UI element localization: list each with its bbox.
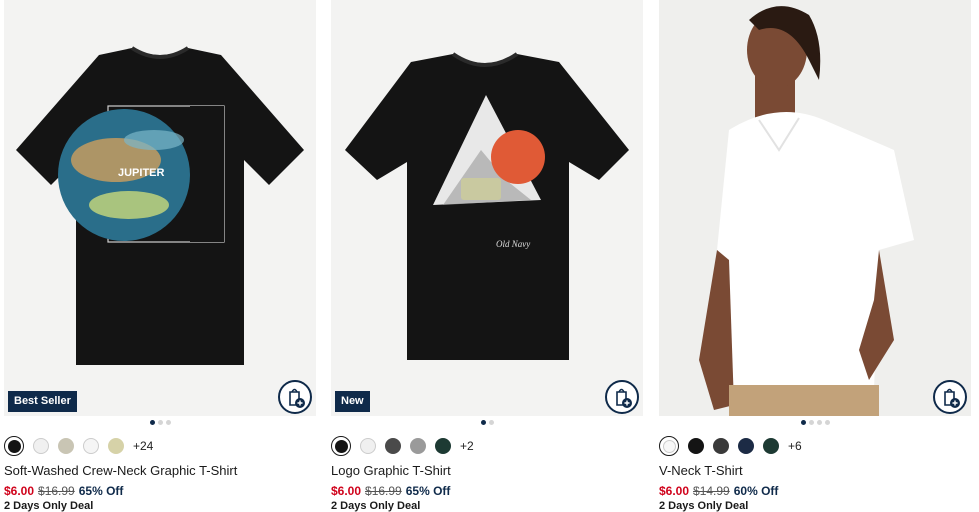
- discount-label: 65% Off: [405, 484, 451, 498]
- product-image[interactable]: JUPITER Best Seller: [4, 0, 316, 416]
- discount-label: 65% Off: [78, 484, 124, 498]
- tshirt-black-jupiter-image: JUPITER: [16, 46, 304, 365]
- new-badge: New: [335, 391, 370, 412]
- tshirt-black-logo-image: Old Navy: [345, 52, 629, 360]
- discount-label: 60% Off: [733, 484, 779, 498]
- original-price: $16.99: [365, 484, 402, 498]
- product-card[interactable]: JUPITER Best Seller +24 Soft-Washed Crew…: [4, 0, 316, 512]
- price-row: $6.00 $16.99 65% Off: [331, 484, 450, 498]
- add-to-bag-button[interactable]: [278, 380, 312, 414]
- product-image[interactable]: [659, 0, 971, 416]
- swatch-charcoal[interactable]: [713, 438, 729, 454]
- more-colors-link[interactable]: +24: [133, 439, 153, 453]
- deal-label: 2 Days Only Deal: [331, 500, 421, 512]
- bag-plus-icon: [944, 388, 960, 408]
- add-to-bag-button[interactable]: [605, 380, 639, 414]
- swatch-grey[interactable]: [410, 438, 426, 454]
- sale-price: $6.00: [331, 484, 362, 498]
- swatch-white[interactable]: [33, 438, 49, 454]
- swatch-dark-green[interactable]: [435, 438, 451, 454]
- swatch-light[interactable]: [83, 438, 99, 454]
- bag-plus-icon: [289, 388, 305, 408]
- product-name-link[interactable]: V-Neck T-Shirt: [659, 463, 743, 478]
- color-swatches: +2: [331, 436, 474, 456]
- swatch-dark-green[interactable]: [763, 438, 779, 454]
- product-card[interactable]: +6 V-Neck T-Shirt $6.00 $14.99 60% Off 2 D…: [659, 0, 971, 512]
- product-image[interactable]: Old Navy New: [331, 0, 643, 416]
- add-to-bag-button[interactable]: [933, 380, 967, 414]
- image-carousel-dots[interactable]: [659, 420, 971, 428]
- color-swatches: +24: [4, 436, 153, 456]
- swatch-white[interactable]: [360, 438, 376, 454]
- product-name-link[interactable]: Soft-Washed Crew-Neck Graphic T-Shirt: [4, 463, 237, 478]
- price-row: $6.00 $16.99 65% Off: [4, 484, 123, 498]
- more-colors-link[interactable]: +2: [460, 439, 474, 453]
- product-card[interactable]: Old Navy New +2 Logo Graphic T-Shirt $6.…: [331, 0, 643, 512]
- swatch-graphic[interactable]: [58, 438, 74, 454]
- swatch-graphic-2[interactable]: [108, 438, 124, 454]
- color-swatches: +6: [659, 436, 802, 456]
- image-carousel-dots[interactable]: [331, 420, 643, 428]
- best-seller-badge: Best Seller: [8, 391, 77, 412]
- price-row: $6.00 $14.99 60% Off: [659, 484, 778, 498]
- sale-price: $6.00: [4, 484, 35, 498]
- swatch-black[interactable]: [688, 438, 704, 454]
- deal-label: 2 Days Only Deal: [659, 500, 749, 512]
- graphic-signature-text: Old Navy: [496, 239, 530, 249]
- deal-label: 2 Days Only Deal: [4, 500, 94, 512]
- swatch-white-selected[interactable]: [659, 436, 679, 456]
- graphic-text: JUPITER: [118, 167, 165, 179]
- swatch-black-selected[interactable]: [331, 436, 351, 456]
- bag-plus-icon: [616, 388, 632, 408]
- swatch-black-selected[interactable]: [4, 436, 24, 456]
- sale-price: $6.00: [659, 484, 690, 498]
- image-carousel-dots[interactable]: [4, 420, 316, 428]
- original-price: $14.99: [693, 484, 730, 498]
- swatch-navy[interactable]: [738, 438, 754, 454]
- model-white-vneck-image: [659, 0, 971, 416]
- more-colors-link[interactable]: +6: [788, 439, 802, 453]
- original-price: $16.99: [38, 484, 75, 498]
- product-name-link[interactable]: Logo Graphic T-Shirt: [331, 463, 451, 478]
- swatch-charcoal[interactable]: [385, 438, 401, 454]
